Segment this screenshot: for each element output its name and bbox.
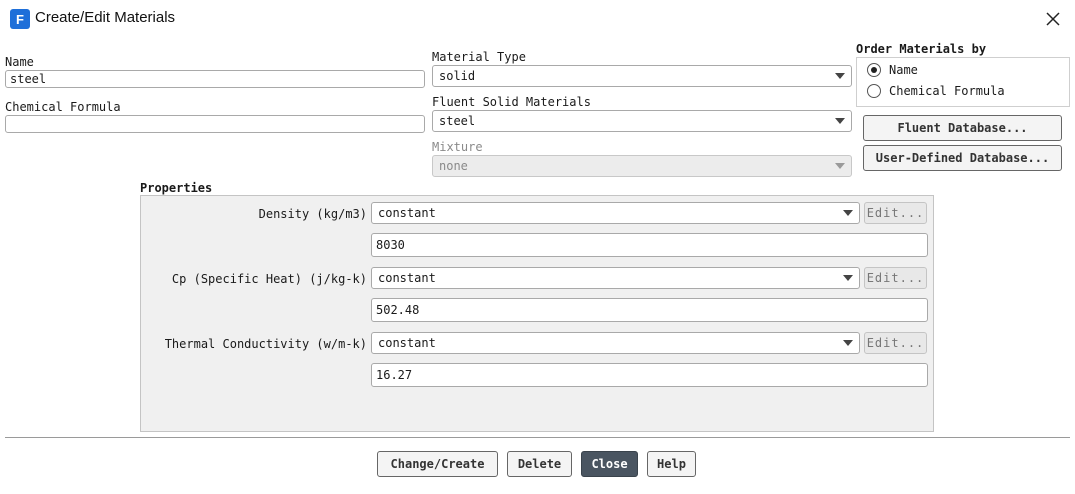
fluent-database-button[interactable]: Fluent Database... — [863, 115, 1062, 141]
help-button[interactable]: Help — [647, 451, 696, 477]
order-materials-by-group: Name Chemical Formula — [856, 57, 1070, 107]
chevron-down-icon — [843, 275, 853, 281]
density-method-value: constant — [378, 206, 436, 220]
cp-method-value: constant — [378, 271, 436, 285]
order-by-chemical-formula-radio[interactable]: Chemical Formula — [867, 84, 1005, 98]
thermal-conductivity-edit-button[interactable]: Edit... — [864, 332, 927, 354]
cp-label: Cp (Specific Heat) (j/kg-k) — [171, 272, 367, 286]
density-label: Density (kg/m3) — [258, 207, 367, 221]
material-type-dropdown[interactable]: solid — [432, 65, 852, 87]
properties-title: Properties — [140, 181, 213, 195]
mixture-dropdown: none — [432, 155, 852, 177]
close-icon — [1046, 12, 1060, 26]
material-type-value: solid — [439, 69, 476, 83]
density-value-input[interactable]: 8030 — [371, 233, 928, 257]
name-input[interactable]: steel — [5, 70, 425, 88]
chevron-down-icon — [835, 118, 845, 124]
order-by-chemical-formula-label: Chemical Formula — [889, 84, 1005, 98]
chemical-formula-input[interactable] — [5, 115, 425, 133]
fluent-app-icon: F — [10, 9, 30, 29]
chevron-down-icon — [843, 210, 853, 216]
chevron-down-icon — [835, 73, 845, 79]
radio-selected-icon — [867, 63, 881, 77]
chemical-formula-label: Chemical Formula — [5, 100, 121, 114]
cp-edit-button[interactable]: Edit... — [864, 267, 927, 289]
material-type-label: Material Type — [432, 50, 526, 64]
order-by-name-radio[interactable]: Name — [867, 63, 918, 77]
order-by-name-label: Name — [889, 63, 918, 77]
thermal-conductivity-value-input[interactable]: 16.27 — [371, 363, 928, 387]
thermal-conductivity-method-dropdown[interactable]: constant — [371, 332, 860, 354]
fluent-solid-materials-label: Fluent Solid Materials — [432, 95, 591, 109]
footer-separator — [5, 437, 1070, 438]
window-title: Create/Edit Materials — [35, 9, 176, 26]
thermal-conductivity-method-value: constant — [378, 336, 436, 350]
chevron-down-icon — [843, 340, 853, 346]
cp-value-input[interactable]: 502.48 — [371, 298, 928, 322]
mixture-label: Mixture — [432, 140, 483, 154]
order-materials-by-label: Order Materials by — [856, 42, 987, 56]
density-method-dropdown[interactable]: constant — [371, 202, 860, 224]
user-defined-database-button[interactable]: User-Defined Database... — [863, 145, 1062, 171]
delete-button[interactable]: Delete — [507, 451, 572, 477]
mixture-value: none — [439, 159, 468, 173]
cp-method-dropdown[interactable]: constant — [371, 267, 860, 289]
close-window-button[interactable] — [1038, 6, 1068, 32]
change-create-button[interactable]: Change/Create — [377, 451, 498, 477]
radio-unselected-icon — [867, 84, 881, 98]
thermal-conductivity-label: Thermal Conductivity (w/m-k) — [164, 337, 367, 351]
density-edit-button[interactable]: Edit... — [864, 202, 927, 224]
name-label: Name — [5, 55, 34, 69]
chevron-down-icon — [835, 163, 845, 169]
fluent-solid-materials-dropdown[interactable]: steel — [432, 110, 852, 132]
close-button[interactable]: Close — [581, 451, 638, 477]
fluent-solid-materials-value: steel — [439, 114, 476, 128]
